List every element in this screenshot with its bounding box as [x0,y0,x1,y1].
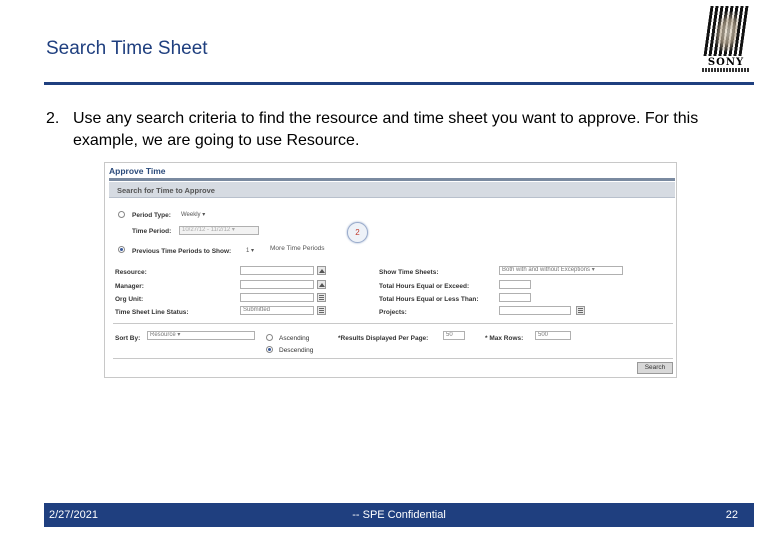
total-exceed-input[interactable] [499,280,531,289]
manager-input[interactable] [240,280,314,289]
previous-periods-select[interactable]: 1 ▾ [246,247,254,254]
period-type-radio[interactable] [118,211,125,218]
logo-subtext [702,68,750,72]
ascending-radio[interactable] [266,334,273,341]
total-less-input[interactable] [499,293,531,302]
results-per-page-label: *Results Displayed Per Page: [338,335,429,342]
sort-by-value: Resource [150,332,176,338]
total-exceed-label: Total Hours Equal or Exceed: [379,283,470,290]
line-status-input[interactable]: Submitted [240,306,314,315]
descending-label: Descending [279,347,314,354]
title-divider [44,82,754,85]
projects-list-icon[interactable] [576,306,585,315]
step-callout-badge: 2 [347,222,368,243]
footer-page-number: 22 [725,509,738,521]
results-per-page-input[interactable]: 50 [443,331,465,340]
resource-input[interactable] [240,266,314,275]
org-unit-label: Org Unit: [115,296,144,303]
period-type-select[interactable]: Weekly ▾ [181,211,205,218]
more-periods-link[interactable]: More Time Periods [270,245,325,252]
org-unit-input[interactable] [240,293,314,302]
results-per-page-value: 50 [446,332,453,338]
sony-logo: SONY [702,6,750,72]
time-period-label: Time Period: [132,228,172,235]
resource-label: Resource: [115,269,147,276]
manager-lookup-icon[interactable] [317,280,326,289]
sort-by-select[interactable]: Resource ▾ [147,331,255,340]
title-bar [109,178,675,181]
previous-periods-value: 1 [246,248,250,254]
show-time-sheets-select[interactable]: Both with and without Exceptions ▾ [499,266,623,275]
search-button[interactable]: Search [637,362,673,374]
step-number: 2. [46,110,60,127]
line-status-value: Submitted [243,307,271,313]
app-title: Approve Time [109,166,166,176]
approve-time-screenshot: Approve Time Search for Time to Approve … [104,162,677,378]
max-rows-value: 500 [538,332,549,338]
section-header: Search for Time to Approve [109,182,675,198]
manager-label: Manager: [115,283,144,290]
period-type-label: Period Type: [132,212,171,219]
section-title: Search for Time to Approve [117,186,215,195]
org-unit-list-icon[interactable] [317,293,326,302]
line-status-list-icon[interactable] [317,306,326,315]
resource-lookup-icon[interactable] [317,266,326,275]
section-divider [113,323,673,324]
ascending-label: Ascending [279,335,310,342]
projects-input[interactable] [499,306,571,315]
show-time-sheets-value: Both with and without Exceptions [502,267,591,273]
slide-footer: 2/27/2021 -- SPE Confidential 22 [44,503,754,527]
time-period-select[interactable]: 10/27/12 - 11/2/12 ▾ [179,226,259,235]
previous-periods-radio[interactable] [118,246,125,253]
max-rows-label: * Max Rows: [485,335,524,342]
logo-stripes-icon [703,6,749,56]
step-text: Use any search criteria to find the reso… [73,110,699,149]
max-rows-input[interactable]: 500 [535,331,571,340]
slide-title: Search Time Sheet [46,38,208,59]
sort-by-label: Sort By: [115,335,141,342]
button-divider [113,358,673,359]
show-time-sheets-label: Show Time Sheets: [379,269,439,276]
previous-periods-label: Previous Time Periods to Show: [132,248,232,255]
line-status-label: Time Sheet Line Status: [115,309,189,316]
descending-radio[interactable] [266,346,273,353]
footer-confidential: -- SPE Confidential [352,509,446,521]
period-type-value: Weekly [181,212,201,218]
total-less-label: Total Hours Equal or Less Than: [379,296,479,303]
logo-wordmark: SONY [707,57,745,68]
time-period-value: 10/27/12 - 11/2/12 [182,227,231,233]
projects-label: Projects: [379,309,407,316]
